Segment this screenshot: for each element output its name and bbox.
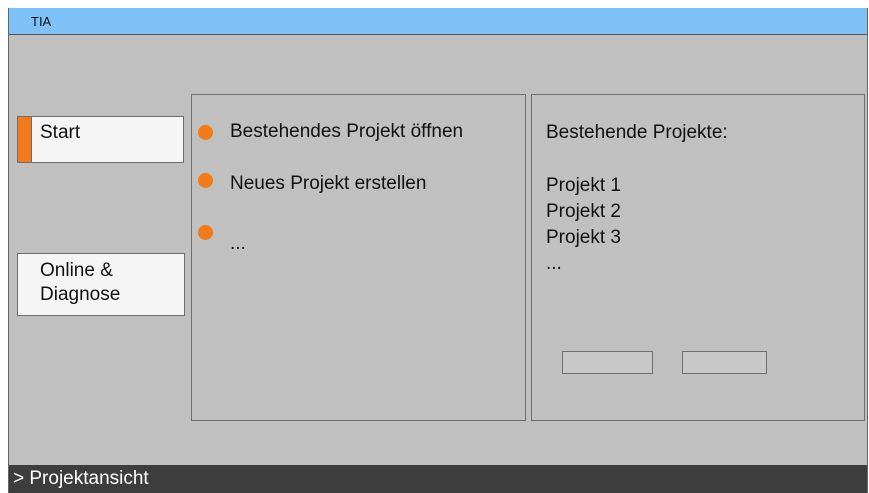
nav-start-label: Start <box>40 122 81 143</box>
action-label: Neues Projekt erstellen <box>230 173 427 194</box>
project-list-item[interactable]: Projekt 1 <box>546 173 621 199</box>
existing-projects-panel: Bestehende Projekte: Projekt 1 Projekt 2… <box>531 94 865 421</box>
existing-projects-heading: Bestehende Projekte: <box>546 122 728 143</box>
project-list-more: ... <box>546 253 562 274</box>
bullet-dot-icon <box>198 125 213 140</box>
project-view-link[interactable]: > Projektansicht <box>9 465 867 493</box>
panel-button-1[interactable] <box>562 351 653 374</box>
tia-portal-window: TIA Start Online & Diagnose Bestehendes … <box>8 8 868 493</box>
title-bar: TIA <box>9 8 867 35</box>
window-title: TIA <box>31 14 52 29</box>
bullet-dot-icon <box>198 173 213 188</box>
panel-button-2[interactable] <box>682 351 767 374</box>
actions-panel: Bestehendes Projekt öffnen Neues Projekt… <box>191 94 526 421</box>
active-indicator <box>18 117 32 162</box>
project-list-item[interactable]: Projekt 2 <box>546 199 621 225</box>
project-view-label: > Projektansicht <box>13 468 149 489</box>
nav-online-diagnose-button[interactable]: Online & Diagnose <box>17 253 185 316</box>
open-existing-project-action[interactable]: Bestehendes Projekt öffnen <box>192 121 525 147</box>
project-list: Projekt 1 Projekt 2 Projekt 3 ... <box>546 173 621 277</box>
create-new-project-action[interactable]: Neues Projekt erstellen <box>192 173 525 199</box>
action-label: Bestehendes Projekt öffnen <box>230 121 464 142</box>
nav-start-button[interactable]: Start <box>17 116 184 163</box>
nav-online-diagnose-label: Online & Diagnose <box>40 260 121 305</box>
bullet-dot-icon <box>198 225 213 240</box>
more-actions-item[interactable]: ... <box>192 225 525 254</box>
action-label: ... <box>230 233 246 254</box>
project-list-item[interactable]: Projekt 3 <box>546 225 621 251</box>
